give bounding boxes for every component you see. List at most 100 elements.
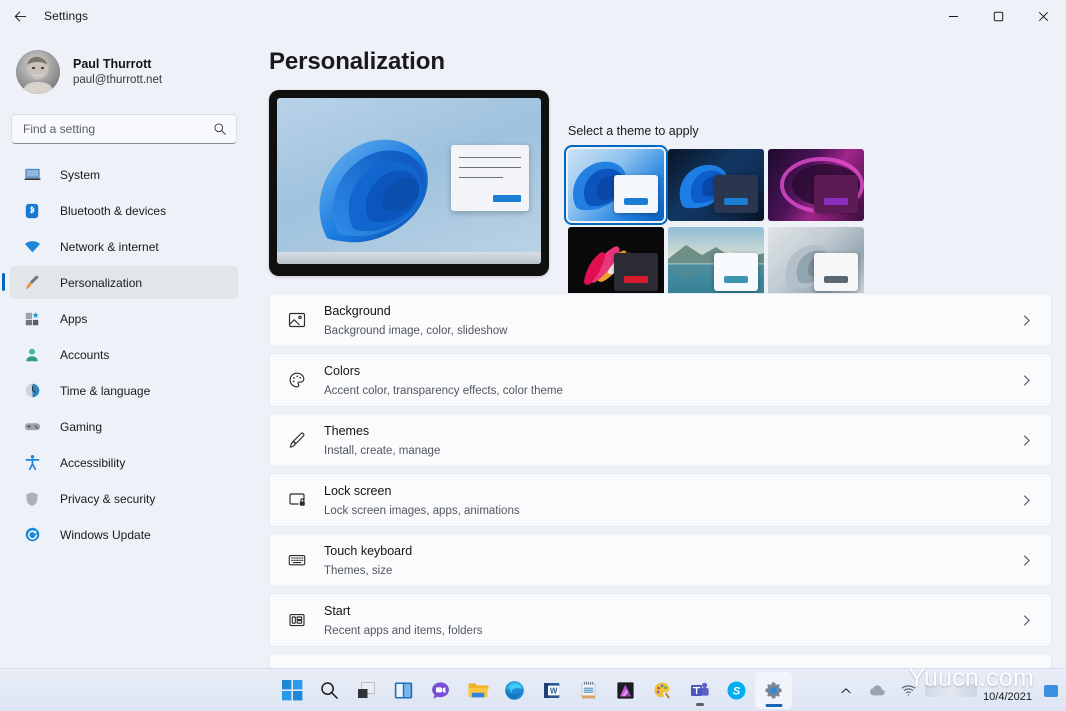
sidebar-item-accounts[interactable]: Accounts [10,338,238,371]
sidebar-item-label: Privacy & security [60,492,155,506]
sidebar-item-bluetooth-devices[interactable]: Bluetooth & devices [10,194,238,227]
start-button-icon[interactable] [274,672,311,709]
settings-row-themes[interactable]: Themes Install, create, manage [269,413,1052,467]
theme-tile-flow[interactable] [768,227,864,299]
user-profile[interactable]: Paul Thurrott paul@thurrott.net [0,32,248,98]
page-title: Personalization [269,48,445,76]
theme-heading: Select a theme to apply [568,124,699,138]
wifi-icon [22,237,42,257]
row-title: Background [324,304,391,318]
sidebar-item-accessibility[interactable]: Accessibility [10,446,238,479]
palette-icon [284,370,310,390]
search-box[interactable] [11,114,237,144]
theme-tile-windows-dark[interactable] [668,149,764,221]
paint-icon[interactable] [644,672,681,709]
clock-icon [22,381,42,401]
tile-window-card [714,175,758,213]
taskbar: W [0,668,1066,711]
close-button[interactable] [1021,0,1066,32]
search-input[interactable] [23,122,213,136]
sidebar-item-label: Apps [60,312,87,326]
settings-row-partial[interactable] [269,653,1052,668]
shield-icon [22,489,42,509]
theme-tile-captured-motion[interactable] [568,227,664,299]
sidebar: Paul Thurrott paul@thurrott.net [0,32,248,668]
clock-time [1029,677,1032,691]
sidebar-item-apps[interactable]: Apps [10,302,238,335]
settings-row-touch-keyboard[interactable]: Touch keyboard Themes, size [269,533,1052,587]
notification-icon[interactable] [1044,685,1058,697]
gamepad-icon [22,417,42,437]
chevron-right-icon[interactable] [1020,434,1033,447]
sidebar-item-personalization[interactable]: Personalization [10,266,238,299]
sidebar-item-label: Accounts [60,348,109,362]
tile-window-card [814,253,858,291]
sidebar-item-label: Windows Update [60,528,151,542]
sidebar-item-gaming[interactable]: Gaming [10,410,238,443]
sidebar-item-system[interactable]: System [10,158,238,191]
battery-volume-icons[interactable] [925,684,977,697]
microsoft-teams-icon[interactable] [681,672,718,709]
tile-window-card [814,175,858,213]
microsoft-edge-icon[interactable] [496,672,533,709]
accessibility-icon [22,453,42,473]
search-icon[interactable] [311,672,348,709]
maximize-button[interactable] [976,0,1021,32]
sidebar-item-network-internet[interactable]: Network & internet [10,230,238,263]
settings-row-lock-screen[interactable]: Lock screen Lock screen images, apps, an… [269,473,1052,527]
theme-tile-sunrise[interactable] [668,227,764,299]
clock-and-date[interactable]: 10/4/2021 [979,677,1040,705]
chevron-right-icon[interactable] [1020,494,1033,507]
keyboard-icon [284,550,310,570]
row-title: Start [324,604,350,618]
lock-screen-icon [284,490,310,510]
file-explorer-icon[interactable] [459,672,496,709]
row-subtitle: Recent apps and items, folders [324,624,1020,639]
sidebar-item-label: Time & language [60,384,150,398]
sidebar-item-windows-update[interactable]: Windows Update [10,518,238,551]
task-view-icon[interactable] [348,672,385,709]
chevron-right-icon[interactable] [1020,554,1033,567]
row-title: Themes [324,424,369,438]
widgets-icon[interactable] [385,672,422,709]
notepad-icon[interactable] [570,672,607,709]
affinity-photo-icon[interactable] [607,672,644,709]
sidebar-item-label: Accessibility [60,456,125,470]
settings-row-colors[interactable]: Colors Accent color, transparency effect… [269,353,1052,407]
sidebar-item-privacy-security[interactable]: Privacy & security [10,482,238,515]
avatar [16,50,60,94]
settings-icon[interactable] [755,672,792,709]
theme-preview-device [269,90,549,276]
settings-list: Background Background image, color, slid… [269,293,1052,668]
update-icon [22,525,42,545]
show-hidden-icons[interactable] [833,674,859,708]
sidebar-item-time-language[interactable]: Time & language [10,374,238,407]
title-bar: Settings [0,0,1066,32]
chat-icon[interactable] [422,672,459,709]
sidebar-item-label: Network & internet [60,240,159,254]
theme-tile-windows-light[interactable] [568,149,664,221]
main-content: Personalization [248,32,1066,668]
row-text: Touch keyboard Themes, size [324,541,1020,579]
sidebar-item-label: Bluetooth & devices [60,204,166,218]
settings-row-background[interactable]: Background Background image, color, slid… [269,293,1052,347]
profile-email: paul@thurrott.net [73,73,162,87]
onedrive-icon[interactable] [861,674,892,708]
skype-icon[interactable]: S [718,672,755,709]
svg-text:S: S [733,686,741,698]
network-icon[interactable] [894,674,923,708]
chevron-right-icon[interactable] [1020,614,1033,627]
chevron-right-icon[interactable] [1020,374,1033,387]
apps-icon [22,309,42,329]
row-text: Lock screen Lock screen images, apps, an… [324,481,1020,519]
minimize-button[interactable] [931,0,976,32]
preview-taskbar [277,252,541,264]
chevron-right-icon[interactable] [1020,314,1033,327]
settings-row-start[interactable]: Start Recent apps and items, folders [269,593,1052,647]
microsoft-word-icon[interactable]: W [533,672,570,709]
settings-window: Settings [0,0,1066,711]
bluetooth-icon [22,201,42,221]
window-title: Settings [44,9,88,23]
back-button[interactable] [0,0,40,32]
theme-tile-glow[interactable] [768,149,864,221]
